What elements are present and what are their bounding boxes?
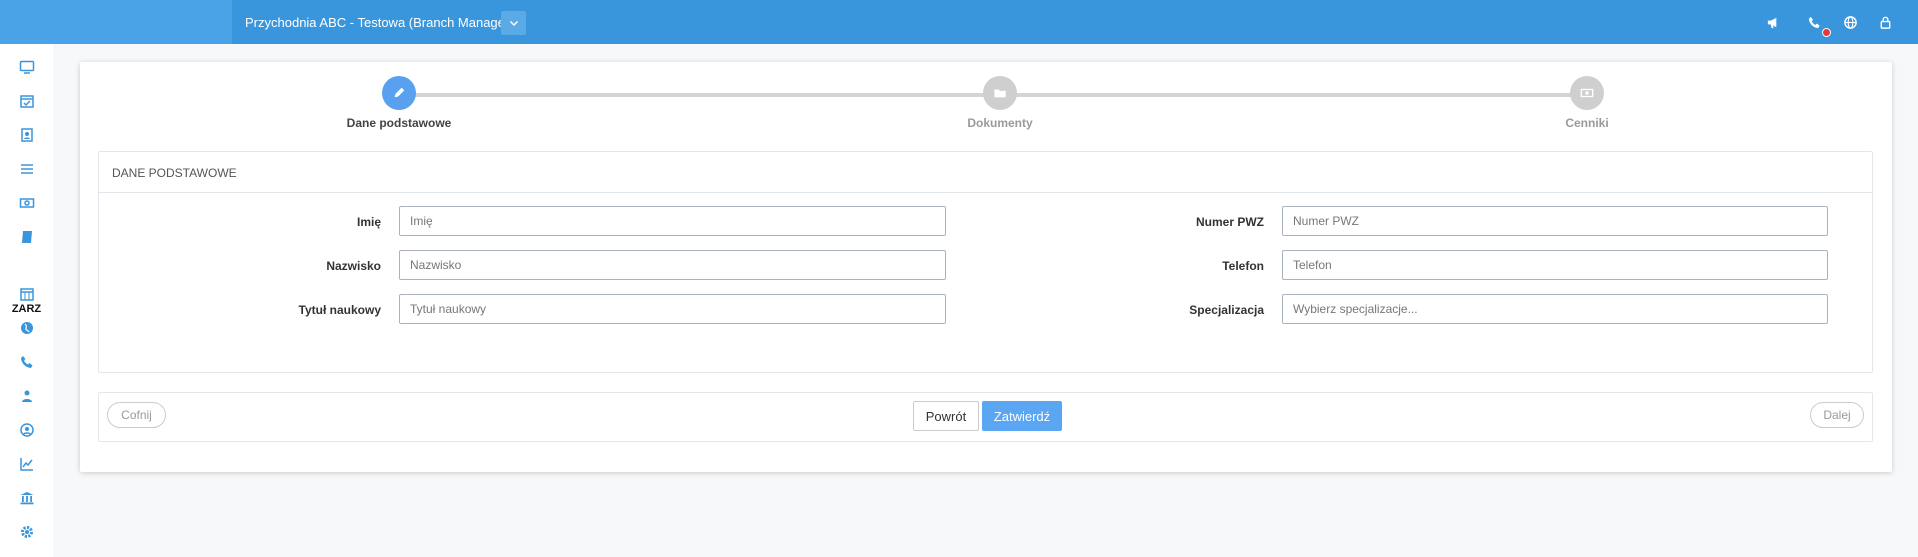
next-step-button[interactable]: Dalej — [1810, 402, 1864, 428]
folder-icon — [994, 89, 1006, 98]
megaphone-icon — [1767, 17, 1776, 28]
notification-dot — [1822, 28, 1831, 37]
sidebar-item-bank[interactable] — [17, 488, 37, 508]
step-dokumenty[interactable] — [983, 76, 1017, 110]
sidebar-item-dashboard[interactable] — [17, 57, 37, 77]
globe-icon — [1843, 15, 1857, 29]
step-label-dane-podstawowe: Dane podstawowe — [346, 116, 452, 130]
pwz-number-label: Numer PWZ — [1195, 215, 1264, 229]
sidebar-item-payments[interactable] — [17, 193, 37, 213]
pencil-icon — [394, 87, 405, 98]
users-icon — [22, 390, 32, 402]
money-icon — [19, 198, 35, 208]
book-icon — [22, 231, 32, 243]
first-name-input[interactable] — [399, 206, 946, 236]
sidebar-item-book[interactable] — [17, 227, 37, 247]
top-bar: Przychodnia ABC - Testowa (Branch Manage… — [0, 0, 1918, 44]
first-name-label: Imię — [356, 215, 381, 229]
last-name-label: Nazwisko — [326, 259, 381, 273]
phone-icon — [21, 356, 33, 368]
sidebar-item-calendar[interactable] — [17, 284, 37, 304]
return-button[interactable]: Powrót — [913, 401, 979, 431]
sidebar-item-profile[interactable] — [17, 420, 37, 440]
sidebar-item-users[interactable] — [17, 386, 37, 406]
sidebar-item-settings[interactable] — [17, 522, 37, 542]
sidebar-section-label: ZARZ — [11, 303, 42, 315]
announcements-button[interactable] — [1763, 12, 1783, 32]
confirm-button[interactable]: Zatwierdź — [982, 401, 1062, 431]
step-label-cenniki: Cenniki — [1565, 116, 1609, 130]
chart-line-icon — [20, 458, 33, 471]
panel-title: DANE PODSTAWOWE — [112, 166, 237, 180]
academic-title-input[interactable] — [399, 294, 946, 324]
phone-button[interactable] — [1804, 12, 1824, 32]
sidebar-item-globe[interactable] — [17, 318, 37, 338]
sidebar-item-statistics[interactable] — [17, 454, 37, 474]
step-cenniki[interactable] — [1570, 76, 1604, 110]
globe-icon — [21, 322, 33, 334]
specialization-select[interactable] — [1282, 294, 1828, 324]
language-button[interactable] — [1840, 12, 1860, 32]
phone-icon — [1808, 16, 1820, 28]
academic-title-label: Tytuł naukowy — [298, 303, 381, 317]
previous-step-button[interactable]: Cofnij — [107, 402, 166, 428]
logo-area[interactable] — [0, 0, 232, 44]
sidebar-item-phone[interactable] — [17, 352, 37, 372]
organization-switch-button[interactable] — [501, 11, 526, 35]
chevron-down-icon — [509, 20, 518, 27]
contacts-icon — [21, 128, 33, 142]
monitor-icon — [19, 60, 35, 74]
sidebar-item-list[interactable] — [17, 159, 37, 179]
user-circle-icon — [20, 423, 34, 437]
phone-label: Telefon — [1222, 259, 1264, 273]
phone-input[interactable] — [1282, 250, 1828, 280]
list-icon — [21, 164, 33, 174]
step-label-dokumenty: Dokumenty — [967, 116, 1033, 130]
sidebar-item-contacts[interactable] — [17, 125, 37, 145]
sidebar-item-appointments[interactable] — [17, 91, 37, 111]
lock-icon — [1880, 16, 1890, 29]
calendar-check-icon — [20, 95, 34, 108]
step-dane-podstawowe[interactable] — [382, 76, 416, 110]
calendar-icon — [20, 288, 34, 301]
last-name-input[interactable] — [399, 250, 946, 280]
panel-header: DANE PODSTAWOWE — [99, 152, 1872, 193]
sidebar: ZARZ — [0, 44, 53, 557]
specialization-label: Specjalizacja — [1189, 303, 1264, 317]
organization-title: Przychodnia ABC - Testowa (Branch Manage… — [245, 15, 514, 30]
money-icon — [1580, 88, 1594, 98]
gear-icon — [21, 526, 33, 538]
bank-icon — [20, 492, 34, 505]
pwz-number-input[interactable] — [1282, 206, 1828, 236]
lock-button[interactable] — [1875, 12, 1895, 32]
